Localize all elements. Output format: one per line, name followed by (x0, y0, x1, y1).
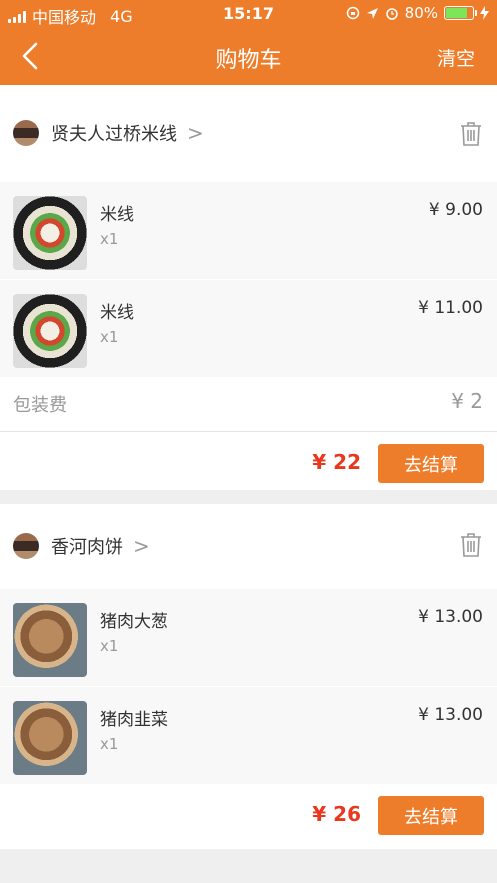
chevron-right-icon: > (133, 534, 150, 558)
location-icon (366, 7, 378, 19)
checkout-button[interactable]: 去结算 (378, 444, 484, 483)
chevron-right-icon: > (187, 121, 204, 145)
food-image (13, 196, 87, 270)
charging-icon (480, 6, 489, 20)
packaging-fee: ¥ 2 (451, 389, 483, 413)
top-bar: 中国移动 4G 15:17 80% 购物车 清空 (0, 0, 497, 85)
shop-card: 香河肉饼 > 猪肉大葱 x1 ¥ 13.00 猪肉韭菜 x1 ¥ 13.00 ¥… (0, 504, 497, 849)
shop-header[interactable]: 香河肉饼 > (0, 504, 497, 588)
packaging-row: 包装费 ¥ 2 (0, 377, 497, 432)
checkout-row: ¥ 22 去结算 (0, 432, 497, 496)
battery-percent: 80% (404, 4, 438, 22)
item-qty: x1 (100, 328, 119, 346)
item-name: 猪肉大葱 (100, 612, 168, 632)
list-item[interactable]: 米线 x1 ¥ 11.00 (0, 279, 497, 377)
nav-bar: 购物车 清空 (0, 28, 497, 85)
status-bar: 中国移动 4G 15:17 80% (0, 0, 497, 28)
food-image (13, 603, 87, 677)
trash-icon[interactable] (459, 532, 483, 558)
item-name: 米线 (100, 303, 134, 323)
item-name: 米线 (100, 205, 134, 225)
checkout-button[interactable]: 去结算 (378, 796, 484, 835)
list-item[interactable]: 猪肉大葱 x1 ¥ 13.00 (0, 588, 497, 686)
packaging-label: 包装费 (13, 395, 67, 416)
shop-header[interactable]: 贤夫人过桥米线 > (0, 85, 497, 181)
item-qty: x1 (100, 230, 119, 248)
shop-name: 香河肉饼 (51, 537, 123, 558)
checkout-row: ¥ 26 去结算 (0, 784, 497, 848)
page-title: 购物车 (215, 48, 282, 73)
battery-icon (444, 6, 477, 20)
list-item[interactable]: 米线 x1 ¥ 9.00 (0, 181, 497, 279)
shop-card: 贤夫人过桥米线 > 米线 x1 ¥ 9.00 米线 x1 ¥ 11.00 包装费… (0, 85, 497, 490)
item-price: ¥ 13.00 (418, 607, 483, 627)
shop-name: 贤夫人过桥米线 (51, 124, 177, 145)
alarm-icon (385, 8, 398, 20)
shop-avatar (13, 120, 39, 146)
total-price: ¥ 22 (312, 450, 361, 474)
total-price: ¥ 26 (312, 802, 361, 826)
list-item[interactable]: 猪肉韭菜 x1 ¥ 13.00 (0, 686, 497, 784)
rotation-lock-icon (346, 6, 359, 20)
item-price: ¥ 9.00 (428, 200, 483, 220)
item-price: ¥ 11.00 (418, 298, 483, 318)
item-qty: x1 (100, 637, 119, 655)
trash-icon[interactable] (459, 121, 483, 147)
status-right: 80% (346, 4, 489, 22)
shop-avatar (13, 533, 39, 559)
food-image (13, 294, 87, 368)
item-qty: x1 (100, 735, 119, 753)
item-price: ¥ 13.00 (418, 705, 483, 725)
item-name: 猪肉韭菜 (100, 710, 168, 730)
food-image (13, 701, 87, 775)
clear-button[interactable]: 清空 (437, 44, 475, 71)
